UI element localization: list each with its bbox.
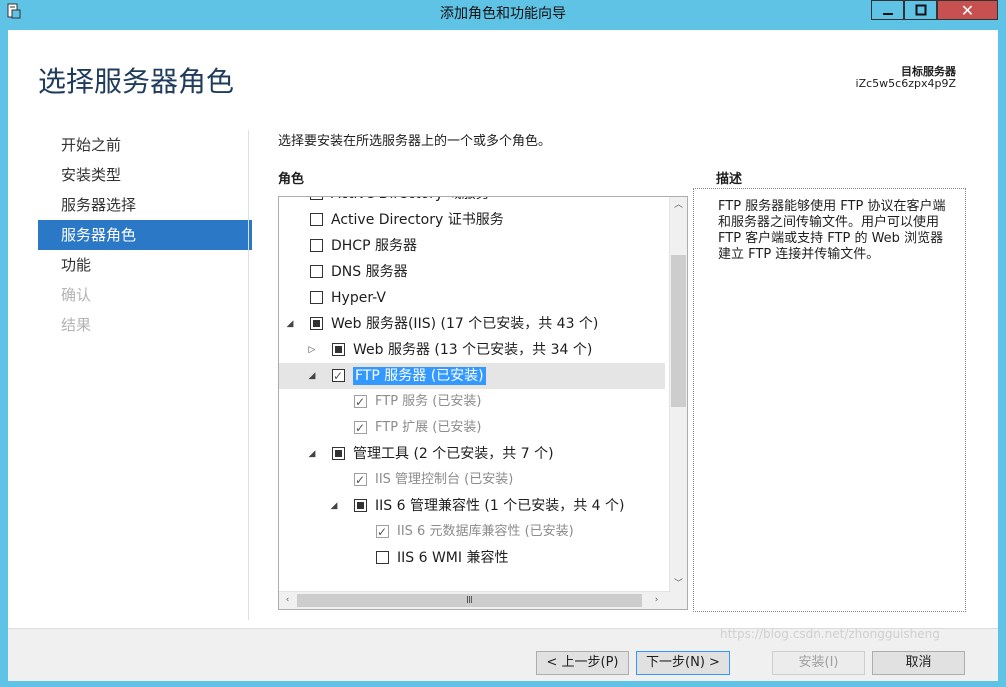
collapse-arrow-icon[interactable]: ◢ (329, 493, 339, 519)
description-header: 描述 (716, 172, 743, 187)
roles-list: Active Directory 域服务 Active Directory 证书服… (279, 197, 665, 581)
close-icon: ✕ (960, 0, 975, 20)
role-label: DHCP 服务器 (331, 238, 417, 254)
collapse-arrow-icon[interactable]: ◢ (285, 311, 295, 337)
role-checkbox (354, 389, 367, 415)
role-label: IIS 6 管理兼容性 (1 个已安装，共 4 个) (375, 498, 625, 514)
role-label: IIS 6 WMI 兼容性 (397, 550, 509, 566)
role-item[interactable]: IIS 6 WMI 兼容性 (279, 545, 665, 571)
role-checkbox[interactable] (332, 363, 345, 389)
expand-arrow-icon[interactable]: ▷ (307, 337, 317, 363)
role-label: IIS 管理控制台 (已安装) (375, 472, 514, 487)
vertical-scrollbar[interactable]: ︿ ﹀ (669, 197, 687, 593)
role-checkbox[interactable] (310, 317, 323, 330)
role-label: FTP 服务器 (已安装) (353, 367, 486, 385)
description-panel: FTP 服务器能够使用 FTP 协议在客户端和服务器之间传输文件。用户可以使用 … (693, 188, 966, 612)
role-checkbox[interactable] (310, 197, 323, 200)
nav-item[interactable]: 功能 (38, 250, 252, 280)
close-button[interactable]: ✕ (937, 0, 998, 20)
role-item[interactable]: ▷ Web 服务器 (13 个已安装，共 34 个) (279, 337, 665, 363)
nav-item: 确认 (61, 286, 92, 304)
scrollbar-corner (670, 592, 687, 609)
collapse-arrow-icon[interactable]: ◢ (307, 363, 317, 389)
nav-item: 结果 (61, 316, 92, 334)
role-checkbox[interactable] (310, 239, 323, 252)
role-label: Hyper-V (331, 290, 386, 306)
role-item[interactable]: ◢ 管理工具 (2 个已安装，共 7 个) (279, 441, 665, 467)
nav-item[interactable]: 服务器角色 (38, 220, 252, 250)
role-item[interactable]: Active Directory 证书服务 (279, 207, 665, 233)
previous-button[interactable]: < 上一步(P) (536, 651, 629, 675)
role-checkbox[interactable] (310, 213, 323, 226)
roles-header: 角色 (278, 172, 305, 187)
role-checkbox[interactable] (376, 551, 389, 564)
role-item[interactable]: FTP 扩展 (已安装) (279, 415, 665, 441)
role-item[interactable]: IIS 6 元数据库兼容性 (已安装) (279, 519, 665, 545)
role-checkbox[interactable] (310, 291, 323, 304)
role-item[interactable]: ◢ IIS 6 管理兼容性 (1 个已安装，共 4 个) (279, 493, 665, 519)
role-item[interactable]: ◢ Web 服务器(IIS) (17 个已安装，共 43 个) (279, 311, 665, 337)
target-server-name: iZc5w5c6zpx4p9Z (855, 77, 956, 90)
wizard-window: 添加角色和功能向导 ✕ 选择服务器角色 目标服务器 iZc5w5c6zpx4p9… (0, 0, 1006, 687)
role-label: 管理工具 (2 个已安装，共 7 个) (353, 446, 554, 462)
wizard-nav: 开始之前 安装类型 服务器选择 服务器角色 功能确认结果 (38, 130, 252, 340)
role-checkbox (354, 415, 367, 441)
scroll-down-icon[interactable]: ﹀ (670, 576, 687, 593)
nav-divider (248, 130, 249, 620)
role-checkbox[interactable] (354, 499, 367, 512)
horizontal-scroll-thumb[interactable]: Ⅲ (297, 594, 642, 607)
watermark: https://blog.csdn.net/zhongguisheng (720, 627, 940, 641)
maximize-icon (915, 4, 926, 16)
window-title: 添加角色和功能向导 (440, 6, 566, 22)
minimize-icon (882, 13, 893, 15)
scroll-right-icon[interactable]: › (648, 592, 665, 609)
install-button[interactable]: 安装(I) (772, 651, 865, 675)
instruction-text: 选择要安装在所选服务器上的一个或多个角色。 (278, 134, 552, 149)
vertical-scroll-thumb[interactable] (671, 255, 686, 407)
role-label: Active Directory 域服务 (331, 197, 490, 207)
role-checkbox (354, 467, 367, 493)
nav-item[interactable]: 开始之前 (38, 130, 252, 160)
role-label: Web 服务器(IIS) (17 个已安装，共 43 个) (331, 316, 599, 332)
role-item[interactable]: IIS 管理控制台 (已安装) (279, 467, 665, 493)
role-item[interactable]: Active Directory 域服务 (279, 197, 665, 207)
page-title: 选择服务器角色 (38, 65, 235, 98)
role-item[interactable]: DHCP 服务器 (279, 233, 665, 259)
role-item[interactable]: FTP 服务 (已安装) (279, 389, 665, 415)
role-item[interactable]: Hyper-V (279, 285, 665, 311)
minimize-button[interactable] (871, 0, 904, 20)
role-checkbox[interactable] (332, 447, 345, 460)
role-label: Active Directory 证书服务 (331, 212, 504, 228)
role-checkbox[interactable] (332, 343, 345, 356)
role-label: IIS 6 元数据库兼容性 (已安装) (397, 524, 574, 539)
role-label: DNS 服务器 (331, 264, 408, 280)
wizard-content: 选择服务器角色 目标服务器 iZc5w5c6zpx4p9Z 开始之前 安装类型 服务… (8, 30, 998, 681)
horizontal-scrollbar[interactable]: ‹ Ⅲ › (279, 591, 671, 609)
cancel-button[interactable]: 取消 (872, 651, 965, 675)
collapse-arrow-icon[interactable]: ◢ (307, 441, 317, 467)
role-label: FTP 扩展 (已安装) (375, 420, 482, 435)
nav-item[interactable]: 安装类型 (38, 160, 252, 190)
role-checkbox[interactable] (310, 265, 323, 278)
nav-item[interactable]: 服务器选择 (38, 190, 252, 220)
role-label: Web 服务器 (13 个已安装，共 34 个) (353, 342, 593, 358)
role-checkbox (376, 519, 389, 545)
scroll-up-icon[interactable]: ︿ (670, 197, 687, 214)
scroll-left-icon[interactable]: ‹ (279, 592, 296, 609)
next-button[interactable]: 下一步(N) > (636, 651, 730, 675)
role-item[interactable]: DNS 服务器 (279, 259, 665, 285)
role-item[interactable]: ◢ FTP 服务器 (已安装) (279, 363, 665, 389)
maximize-button[interactable] (904, 0, 937, 20)
roles-tree[interactable]: Active Directory 域服务 Active Directory 证书服… (278, 196, 688, 610)
title-bar[interactable]: 添加角色和功能向导 ✕ (0, 0, 1006, 24)
role-label: FTP 服务 (已安装) (375, 394, 482, 409)
